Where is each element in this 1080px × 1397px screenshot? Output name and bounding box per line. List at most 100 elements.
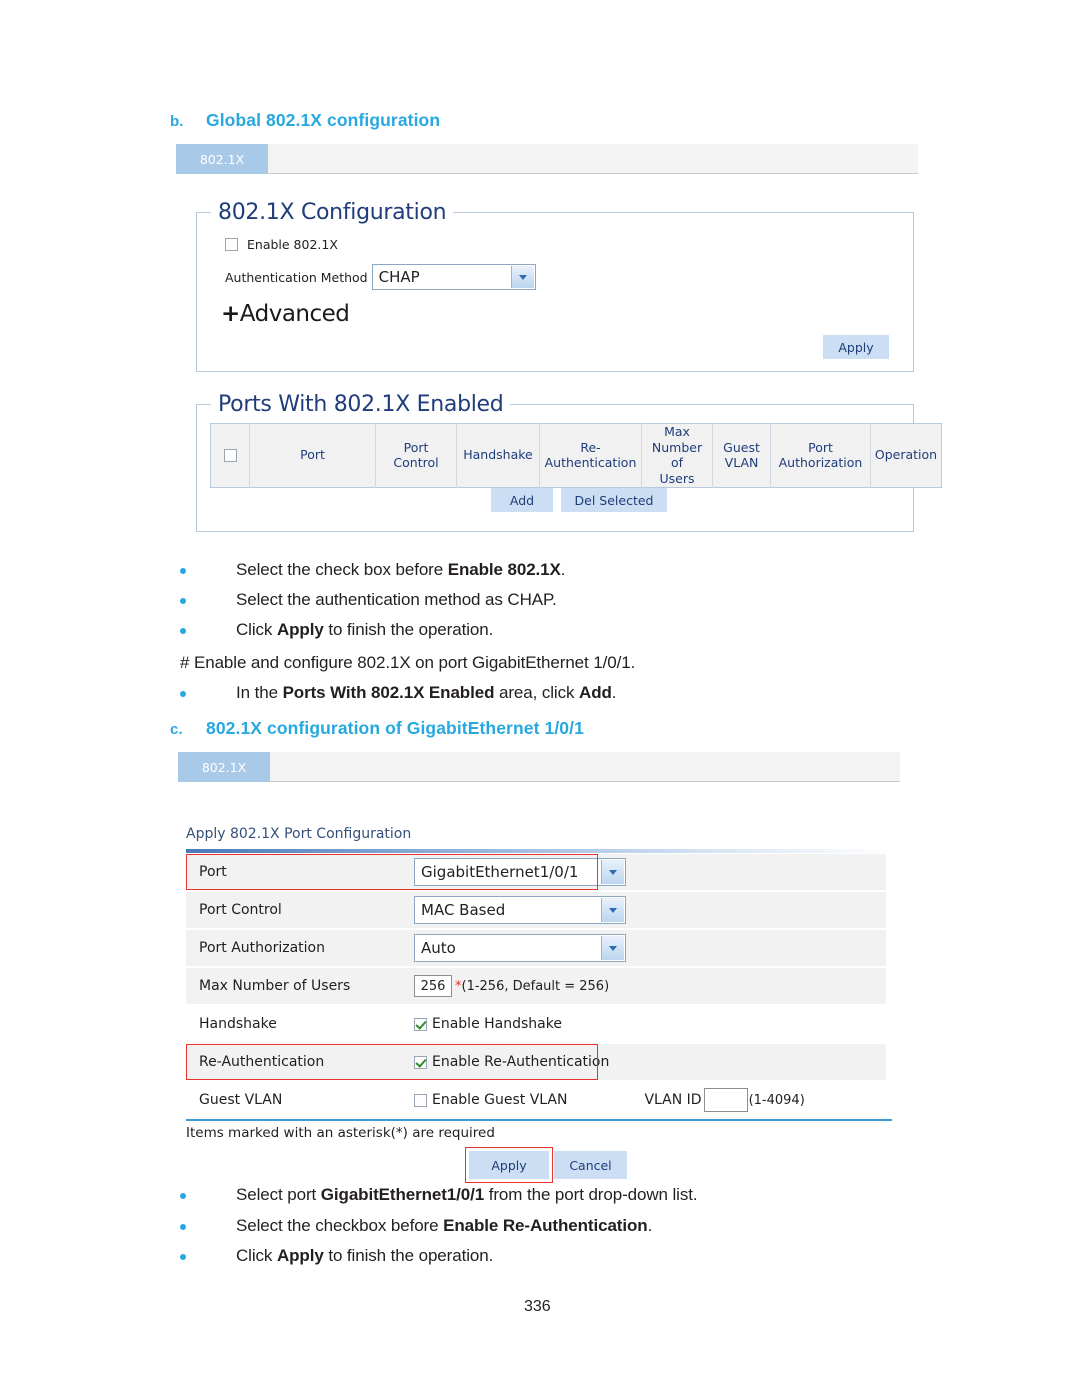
table-header-max-users-line2: Number of xyxy=(651,439,703,471)
table-header-guest-vlan-line1: Guest xyxy=(723,439,760,455)
enable-handshake-checkbox[interactable] xyxy=(414,1017,427,1031)
enable-re-authentication-label: Enable Re-Authentication xyxy=(432,1054,610,1070)
advanced-expander[interactable]: +Advanced xyxy=(221,301,350,327)
page-number: 336 xyxy=(524,1298,551,1315)
form-row-port: Port GigabitEthernet1/0/1 xyxy=(186,854,886,890)
apply-button-port[interactable]: Apply xyxy=(469,1151,549,1179)
max-users-input[interactable]: 256 xyxy=(414,975,452,997)
select-all-checkbox[interactable] xyxy=(223,449,237,463)
form-title: Apply 802.1X Port Configuration xyxy=(186,826,412,842)
bullet-select-auth-method: Select the authentication method as CHAP… xyxy=(180,590,820,610)
authentication-method-select[interactable]: CHAP xyxy=(371,264,536,290)
panel-ports-legend: Ports With 802.1X Enabled xyxy=(211,392,511,417)
form-label-re-authentication: Re-Authentication xyxy=(199,1054,325,1070)
table-header-row: Port Port Control Handshake Re- Authenti… xyxy=(210,423,942,487)
del-selected-button[interactable]: Del Selected xyxy=(561,488,667,512)
bullet-icon xyxy=(180,1224,186,1230)
form-label-port-authorization: Port Authorization xyxy=(199,940,325,956)
table-header-port-authorization: Port Authorization xyxy=(770,423,871,487)
table-header-reauthentication-line1: Re- xyxy=(580,439,601,455)
form-label-guest-vlan: Guest VLAN xyxy=(199,1092,283,1108)
enable-8021x-checkbox[interactable] xyxy=(225,238,238,251)
screenshot-port-8021x-config: 802.1X Apply 802.1X Port Configuration P… xyxy=(178,752,900,1183)
table-header-reauthentication-line2: Authentication xyxy=(544,455,637,471)
vlan-id-input[interactable] xyxy=(703,1088,748,1112)
port-authorization-select[interactable]: Auto xyxy=(414,934,626,962)
chevron-down-icon xyxy=(601,860,624,884)
port-select[interactable]: GigabitEthernet1/0/1 xyxy=(414,858,626,886)
tabbar-port: 802.1X xyxy=(178,752,900,782)
table-header-port-authorization-line2: Authorization xyxy=(778,455,863,471)
bullet-select-enable-8021x: Select the check box before Enable 802.1… xyxy=(180,560,820,580)
enable-re-authentication-checkbox[interactable] xyxy=(414,1055,427,1069)
advanced-label: Advanced xyxy=(239,301,350,327)
bullet-click-apply-1: Click Apply to finish the operation. xyxy=(180,620,820,640)
bullet-text: Click Apply to finish the operation. xyxy=(236,620,494,639)
tab-8021x-global[interactable]: 802.1X xyxy=(176,144,268,174)
enable-guest-vlan-checkbox[interactable] xyxy=(414,1093,427,1107)
enable-guest-vlan-label: Enable Guest VLAN xyxy=(432,1092,568,1108)
document-page: b. Global 802.1X configuration 802.1X 802… xyxy=(0,0,1080,1397)
authentication-method-row: Authentication Method CHAP xyxy=(225,264,536,290)
table-header-guest-vlan: Guest VLAN xyxy=(712,423,771,487)
bullet-icon xyxy=(180,1254,186,1260)
panel-8021x-configuration-legend: 802.1X Configuration xyxy=(211,200,454,225)
table-header-port: Port xyxy=(249,423,376,487)
table-header-port-authorization-line1: Port xyxy=(808,439,833,455)
table-header-guest-vlan-line2: VLAN xyxy=(724,455,759,471)
tabbar-global: 802.1X xyxy=(176,144,918,174)
bullet-icon xyxy=(180,1193,186,1199)
tab-8021x-port[interactable]: 802.1X xyxy=(178,752,270,782)
table-header-select-all-cell xyxy=(210,423,250,487)
title-underline-gradient xyxy=(186,849,892,853)
bullet-icon xyxy=(180,691,186,697)
bullet-text: Select the authentication method as CHAP… xyxy=(236,590,557,609)
table-header-max-users-line3: Users xyxy=(659,470,695,486)
form-row-max-number-of-users: Max Number of Users 256 * (1-256, Defaul… xyxy=(186,968,886,1004)
form-label-handshake: Handshake xyxy=(199,1016,277,1032)
form-label-port: Port xyxy=(199,864,227,880)
form-row-handshake: Handshake Enable Handshake xyxy=(186,1006,886,1042)
chevron-down-icon xyxy=(510,266,534,288)
max-users-hint: (1-256, Default = 256) xyxy=(461,978,610,994)
bullet-text: Click Apply to finish the operation. xyxy=(236,1246,494,1265)
port-select-value: GigabitEthernet1/0/1 xyxy=(421,863,579,881)
table-header-max-users-line1: Max xyxy=(664,424,690,439)
table-header-port-control: Port Control xyxy=(375,423,457,487)
apply-button-global[interactable]: Apply xyxy=(823,335,889,359)
table-header-reauthentication: Re- Authentication xyxy=(539,423,642,487)
cancel-button-port[interactable]: Cancel xyxy=(554,1151,627,1179)
required-fields-note: Items marked with an asterisk(*) are req… xyxy=(186,1125,495,1141)
bullet-text: In the Ports With 802.1X Enabled area, c… xyxy=(236,683,617,702)
port-control-select[interactable]: MAC Based xyxy=(414,896,626,924)
authentication-method-value: CHAP xyxy=(378,268,420,286)
add-button[interactable]: Add xyxy=(491,488,553,512)
bullet-text: Select the checkbox before Enable Re-Aut… xyxy=(236,1216,653,1235)
bullet-select-reauth-checkbox: Select the checkbox before Enable Re-Aut… xyxy=(180,1216,840,1236)
bullet-click-add: In the Ports With 802.1X Enabled area, c… xyxy=(180,683,820,703)
port-authorization-select-value: Auto xyxy=(421,939,456,957)
screenshot-global-8021x: 802.1X 802.1X Configuration Enable 802.1… xyxy=(176,144,942,534)
heading-b-label: b. xyxy=(170,113,184,130)
bullet-icon xyxy=(180,628,186,634)
authentication-method-label: Authentication Method xyxy=(225,269,368,285)
vlan-id-hint: (1-4094) xyxy=(748,1092,805,1108)
chevron-down-icon xyxy=(601,898,624,922)
heading-b: b. Global 802.1X configuration xyxy=(170,110,440,131)
bullet-icon xyxy=(180,598,186,604)
chevron-down-icon xyxy=(601,936,624,960)
enable-8021x-label: Enable 802.1X xyxy=(247,237,338,252)
form-label-port-control: Port Control xyxy=(199,902,282,918)
ports-table: Port Port Control Handshake Re- Authenti… xyxy=(210,423,942,488)
heading-c: c. 802.1X configuration of GigabitEtherne… xyxy=(170,718,584,739)
heading-b-text: Global 802.1X configuration xyxy=(206,110,441,130)
form-row-port-control: Port Control MAC Based xyxy=(186,892,886,928)
bullet-text: Select port GigabitEthernet1/0/1 from th… xyxy=(236,1185,698,1204)
panel-8021x-configuration: 802.1X Configuration Enable 802.1X Authe… xyxy=(196,200,914,372)
bullet-click-apply-2: Click Apply to finish the operation. xyxy=(180,1246,840,1266)
max-users-value: 256 xyxy=(420,978,446,994)
panel-ports-with-8021x-enabled: Ports With 802.1X Enabled Port Port Cont… xyxy=(196,392,942,532)
form-row-guest-vlan: Guest VLAN Enable Guest VLAN VLAN ID (1-… xyxy=(186,1082,886,1118)
bullet-select-port: Select port GigabitEthernet1/0/1 from th… xyxy=(180,1185,840,1205)
form-row-re-authentication: Re-Authentication Enable Re-Authenticati… xyxy=(186,1044,886,1080)
